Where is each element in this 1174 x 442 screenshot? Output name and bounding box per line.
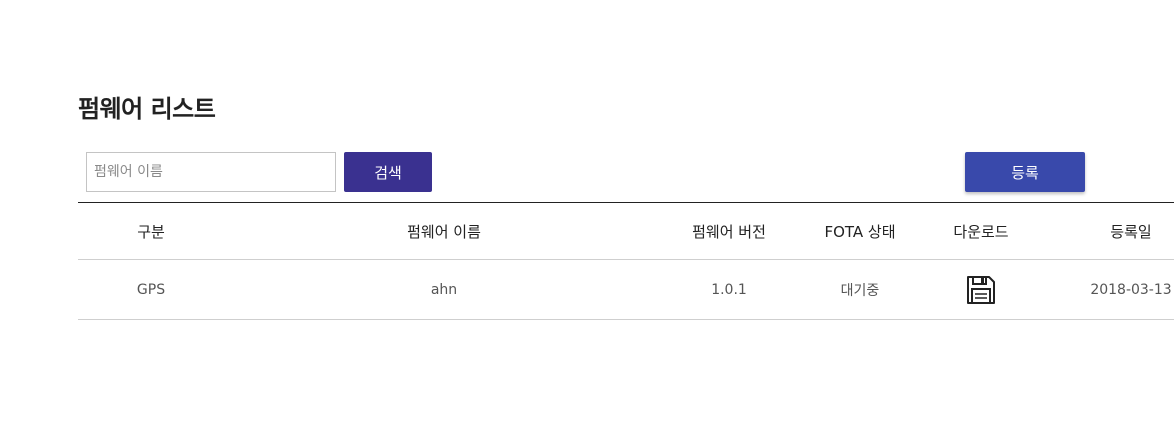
cell-version: 1.0.1 — [711, 281, 747, 298]
table-header-row: 구분 펌웨어 이름 펌웨어 버전 FOTA 상태 다운로드 등록일 — [78, 202, 1174, 260]
column-header-type: 구분 — [137, 222, 165, 241]
page-title: 펌웨어 리스트 — [78, 95, 216, 123]
cell-name: ahn — [430, 281, 458, 298]
column-header-version: 펌웨어 버전 — [692, 222, 766, 241]
column-header-name: 펌웨어 이름 — [407, 222, 481, 241]
cell-fota-status: 대기중 — [840, 282, 880, 299]
cell-registered-date: 2018-03-13 — [1090, 281, 1172, 298]
save-icon[interactable] — [966, 275, 996, 305]
search-input[interactable] — [86, 152, 336, 192]
column-header-registered-date: 등록일 — [1110, 222, 1152, 241]
cell-type: GPS — [136, 281, 166, 298]
firmware-table: 구분 펌웨어 이름 펌웨어 버전 FOTA 상태 다운로드 등록일 GPS ah… — [78, 202, 1174, 320]
register-button[interactable]: 등록 — [965, 152, 1085, 192]
search-button[interactable]: 검색 — [344, 152, 432, 192]
column-header-download: 다운로드 — [953, 222, 1009, 241]
table-row[interactable]: GPS ahn 1.0.1 대기중 2018-03-13 — [78, 260, 1174, 320]
cell-download — [926, 260, 1036, 320]
column-header-fota-status: FOTA 상태 — [824, 222, 896, 241]
